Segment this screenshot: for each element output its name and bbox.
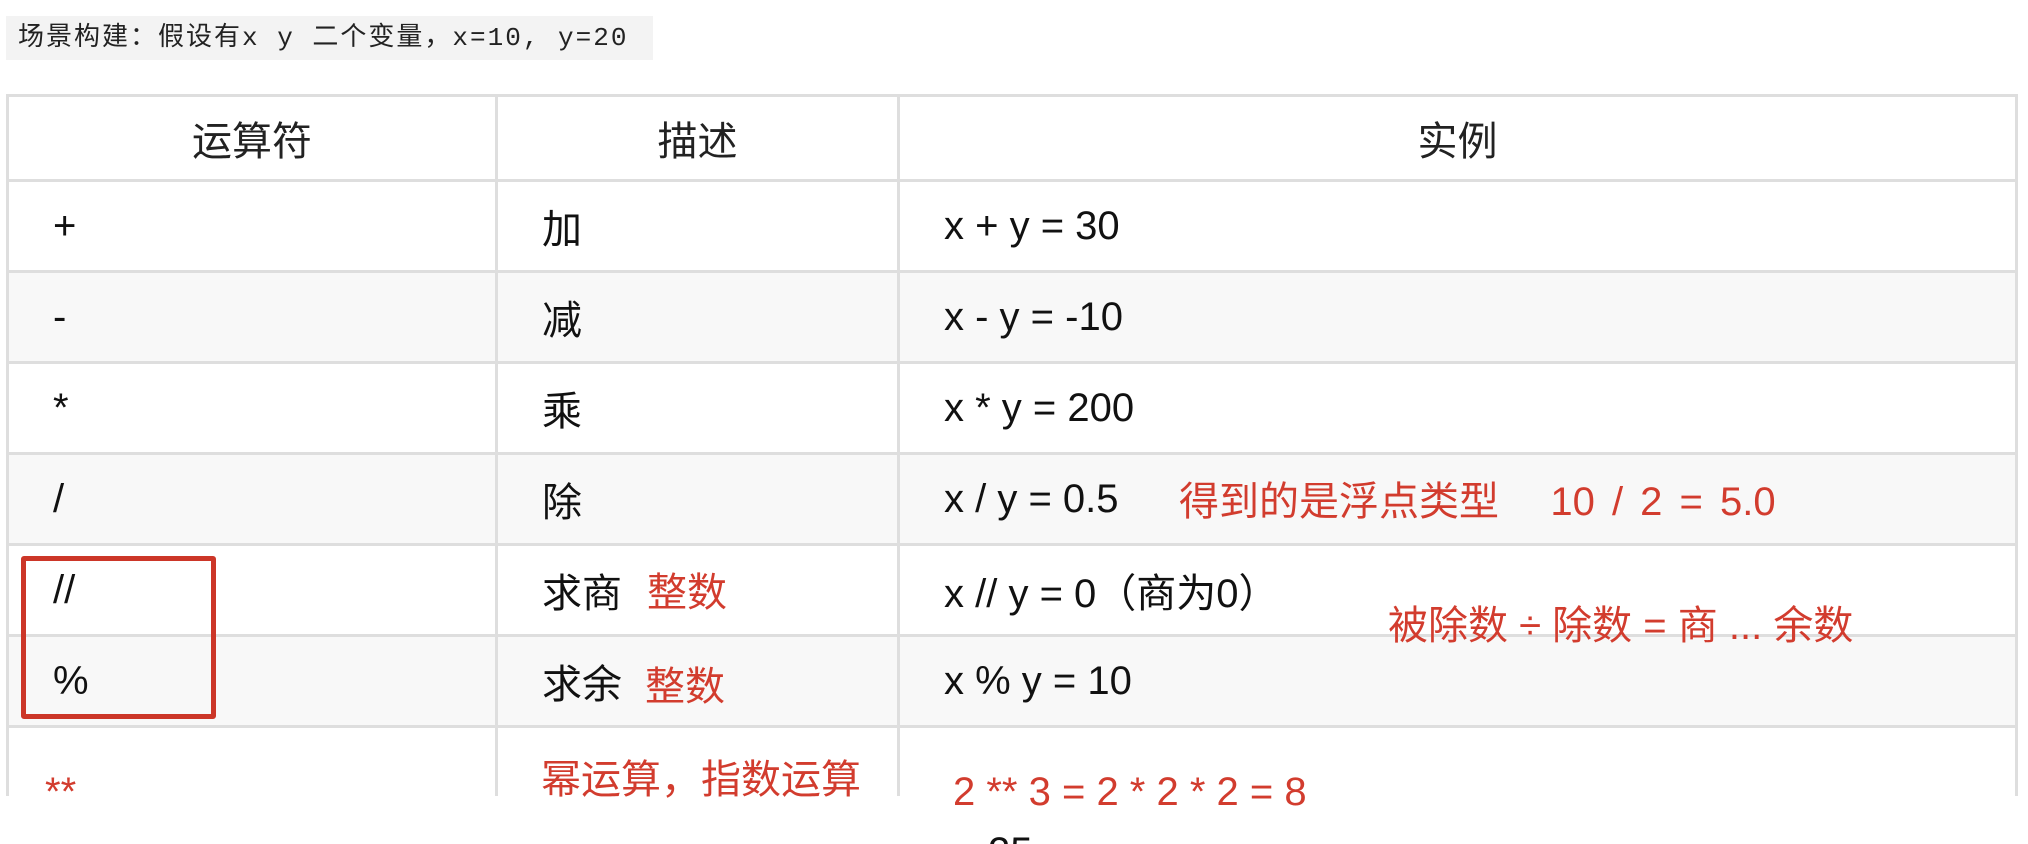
- quotient-integer-note: 整数: [647, 571, 727, 615]
- remainder-integer-note: 整数: [645, 665, 725, 709]
- scenario-caption: 场景构建：假设有x y 二个变量，x=10, y=20: [6, 16, 653, 60]
- operator-cell: [9, 728, 498, 796]
- description-cell: 乘: [498, 364, 900, 455]
- table-row: + 加 x + y = 30: [9, 182, 2018, 273]
- header-operator: 运算符: [9, 97, 498, 182]
- operator-cell: *: [9, 364, 498, 455]
- table-header-row: 运算符 描述 实例: [9, 97, 2018, 182]
- operator-table: 运算符 描述 实例 + 加 x + y = 30 - 减 x - y = -10…: [6, 94, 2018, 796]
- operator-cell: -: [9, 273, 498, 364]
- table-row: * 乘 x * y = 200: [9, 364, 2018, 455]
- example-cell: x + y = 30: [900, 182, 2018, 273]
- power-example-text: 2 ** 3 = 2 * 2 * 2 = 8: [953, 770, 1307, 814]
- power-operator-text: **: [45, 770, 77, 814]
- slide: 场景构建：假设有x y 二个变量，x=10, y=20 运算符 描述 实例 + …: [0, 0, 2028, 844]
- operator-cell: /: [9, 455, 498, 546]
- description-cell: 加: [498, 182, 900, 273]
- example-cell: x * y = 200: [900, 364, 2018, 455]
- example-cell: x % y = 10: [900, 637, 2018, 728]
- description-cell: 减: [498, 273, 900, 364]
- highlight-box: [21, 556, 216, 719]
- description-cell: 除: [498, 455, 900, 546]
- header-example: 实例: [900, 97, 2018, 182]
- table-row: - 减 x - y = -10: [9, 273, 2018, 364]
- power-description-text: 幂运算，指数运算: [541, 758, 861, 802]
- float-division-note: 得到的是浮点类型 10 / 2 = 5.0: [1179, 480, 1776, 524]
- operator-cell: +: [9, 182, 498, 273]
- header-description: 描述: [498, 97, 900, 182]
- table-row: % 求余 x % y = 10: [9, 637, 2018, 728]
- division-formula-note: 被除数 ÷ 除数 = 商 ... 余数: [1388, 604, 1854, 648]
- page-number: 25: [988, 837, 1048, 844]
- example-cell: x - y = -10: [900, 273, 2018, 364]
